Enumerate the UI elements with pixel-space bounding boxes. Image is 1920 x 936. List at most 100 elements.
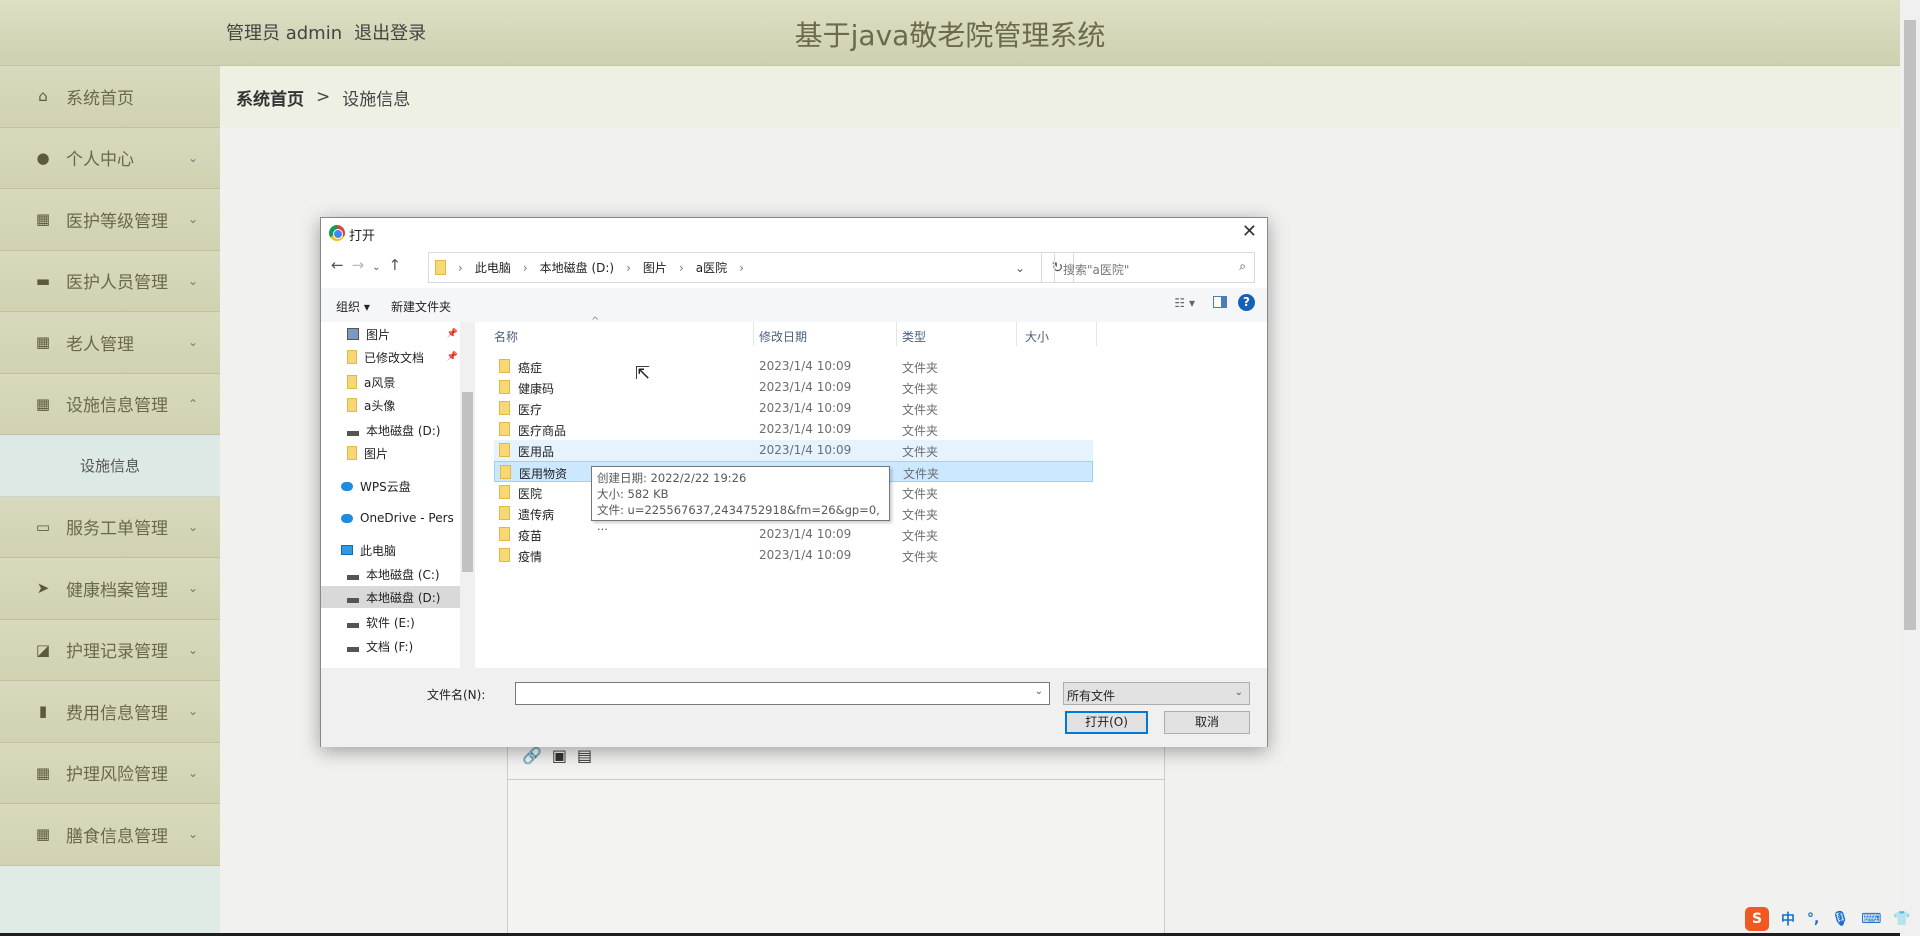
file-type: 文件夹	[902, 403, 939, 417]
ime-mode[interactable]: 中	[1781, 909, 1795, 929]
cancel-button[interactable]: 取消	[1164, 711, 1250, 734]
file-row[interactable]: 医疗商品 2023/1/4 10:09 文件夹	[494, 419, 1093, 440]
nav-item[interactable]: 本地磁盘 (D:)	[321, 586, 460, 608]
file-name: 疫苗	[518, 529, 543, 543]
sidebar-item[interactable]: ▦ 护理风险管理 ⌄	[0, 742, 220, 804]
page-scrollbar[interactable]	[1900, 0, 1920, 936]
ime-toolbar: S 中 °, 🎙 ⌨ 👕 ▦	[1745, 906, 1920, 932]
nav-item[interactable]: 图片 📌	[321, 323, 460, 345]
nav-item[interactable]: WPS云盘	[321, 475, 460, 497]
user-icon: ●	[36, 148, 50, 167]
up-icon[interactable]: ↑	[389, 256, 410, 274]
sidebar-item[interactable]: ▭ 服务工单管理 ⌄	[0, 496, 220, 558]
sidebar: ⌂ 系统首页 ● 个人中心 ⌄ ▦ 医护等级管理 ⌄ ▬ 医护人员管理 ⌄ ▦ 老人管理 ⌄ ▦ 设施信息管理…	[0, 66, 220, 936]
folder-icon	[435, 260, 446, 275]
sidebar-item[interactable]: ▦ 医护等级管理 ⌄	[0, 189, 220, 251]
file-type-select[interactable]: 所有文件 ⌄	[1063, 682, 1250, 705]
sidebar-item[interactable]: ▮ 费用信息管理 ⌄	[0, 681, 220, 743]
nav-scrollbar[interactable]	[460, 322, 475, 668]
view-options-icon[interactable]: ☷ ▾	[1174, 296, 1195, 310]
folder-icon	[499, 485, 510, 499]
nav-item[interactable]: 软件 (E:)	[321, 611, 460, 633]
nav-item-label: WPS云盘	[360, 479, 411, 494]
sidebar-item[interactable]: ▬ 医护人员管理 ⌄	[0, 250, 220, 312]
nav-item-label: 本地磁盘 (D:)	[366, 423, 441, 438]
skin-icon[interactable]: 👕	[1893, 911, 1910, 927]
sidebar-item-label: 个人中心	[66, 150, 134, 171]
column-divider[interactable]	[1096, 322, 1097, 346]
scrollbar-thumb[interactable]	[1904, 20, 1916, 630]
sidebar-item[interactable]: ⌂ 系统首页	[0, 66, 220, 128]
chart-icon: ◪	[35, 640, 51, 659]
chevron-icon: ⌄	[187, 150, 198, 165]
breadcrumb-home[interactable]: 系统首页	[236, 85, 304, 110]
file-row[interactable]: 疫情 2023/1/4 10:09 文件夹	[494, 545, 1093, 566]
file-date: 2023/1/4 10:09	[759, 401, 852, 415]
folder-icon	[499, 359, 510, 373]
forward-icon[interactable]: →	[352, 256, 373, 274]
column-date[interactable]: 修改日期	[759, 328, 807, 345]
nav-item[interactable]: 文档 (F:)	[321, 635, 460, 657]
file-row[interactable]: 健康码 2023/1/4 10:09 文件夹	[494, 377, 1093, 398]
mic-icon[interactable]: 🎙	[1831, 911, 1849, 927]
chevron-icon: ⌄	[187, 642, 198, 657]
sidebar-item[interactable]: ▦ 老人管理 ⌄	[0, 312, 220, 374]
sidebar-item[interactable]: ➤ 健康档案管理 ⌄	[0, 558, 220, 620]
open-button[interactable]: 打开(O)	[1065, 711, 1148, 734]
chevron-down-icon[interactable]: ⌄	[1015, 261, 1025, 275]
file-row[interactable]: 医疗 2023/1/4 10:09 文件夹	[494, 398, 1093, 419]
nav-item[interactable]: 本地磁盘 (D:)	[321, 419, 460, 441]
sidebar-item[interactable]: ● 个人中心 ⌄	[0, 127, 220, 189]
link-icon[interactable]: 🔗	[522, 746, 552, 765]
address-bar[interactable]: › 此电脑 › 本地磁盘 (D:) › 图片 › a医院 › ⌄	[428, 252, 1042, 283]
keyboard-icon[interactable]: ⌨	[1861, 911, 1881, 927]
rich-text-editor[interactable]: 🔗▣▤	[507, 730, 1165, 936]
column-size[interactable]: 大小	[1025, 328, 1049, 345]
back-icon[interactable]: ←	[331, 256, 352, 274]
nav-item[interactable]: 本地磁盘 (C:)	[321, 563, 460, 585]
folder-icon	[347, 398, 357, 412]
sidebar-item[interactable]: ▦ 设施信息管理 ⌃	[0, 373, 220, 435]
file-row[interactable]: 医用品 2023/1/4 10:09 文件夹	[494, 440, 1093, 461]
drive-icon	[347, 597, 359, 603]
close-icon[interactable]: ✕	[1242, 221, 1257, 242]
chevron-right-icon: ›	[739, 260, 744, 275]
column-type[interactable]: 类型	[902, 328, 926, 345]
file-row[interactable]: 癌症 2023/1/4 10:09 文件夹	[494, 356, 1093, 377]
preview-pane-icon[interactable]	[1213, 296, 1227, 308]
nav-item[interactable]: 此电脑	[321, 539, 460, 561]
nav-item[interactable]: 图片	[321, 442, 460, 464]
chevron-down-icon[interactable]: ⌄	[1035, 686, 1043, 697]
sogou-logo[interactable]: S	[1745, 907, 1769, 931]
sidebar-item[interactable]: ▦ 膳食信息管理 ⌄	[0, 804, 220, 866]
new-folder-button[interactable]: 新建文件夹	[391, 298, 451, 315]
nav-item[interactable]: OneDrive - Pers	[321, 507, 460, 529]
column-divider[interactable]	[896, 322, 897, 346]
recent-chevron-icon[interactable]: ⌄	[372, 262, 388, 273]
sidebar-item[interactable]: ◪ 护理记录管理 ⌄	[0, 619, 220, 681]
path-segment[interactable]: 本地磁盘 (D:)	[540, 259, 614, 276]
nav-item[interactable]: a头像	[321, 394, 460, 416]
path-segment[interactable]: 图片	[643, 259, 667, 276]
scrollbar-thumb[interactable]	[462, 392, 473, 572]
column-divider[interactable]	[753, 322, 754, 346]
sidebar-subitem[interactable]: 设施信息	[0, 435, 220, 497]
nav-item-label: 本地磁盘 (D:)	[366, 590, 441, 605]
ime-punct[interactable]: °,	[1807, 911, 1819, 927]
filename-input[interactable]: ⌄	[515, 682, 1050, 705]
organize-button[interactable]: 组织 ▾	[336, 298, 370, 315]
tooltip-created: 创建日期: 2022/2/22 19:26	[597, 471, 747, 485]
search-icon[interactable]: ⌕	[1239, 259, 1246, 274]
help-icon[interactable]: ?	[1238, 294, 1255, 311]
img-icon	[347, 328, 359, 340]
nav-item[interactable]: a风景	[321, 371, 460, 393]
column-name[interactable]: 名称	[494, 328, 518, 345]
path-segment[interactable]: a医院	[696, 259, 727, 276]
nav-item[interactable]: 已修改文档 📌	[321, 346, 460, 368]
column-divider[interactable]	[1016, 322, 1017, 346]
image-icon[interactable]: ▣	[552, 746, 577, 765]
search-input[interactable]: 搜索"a医院" ⌕	[1054, 252, 1255, 283]
path-segment[interactable]: 此电脑	[475, 259, 511, 276]
video-icon[interactable]: ▤	[577, 746, 602, 765]
grid-icon: ▦	[35, 210, 51, 229]
